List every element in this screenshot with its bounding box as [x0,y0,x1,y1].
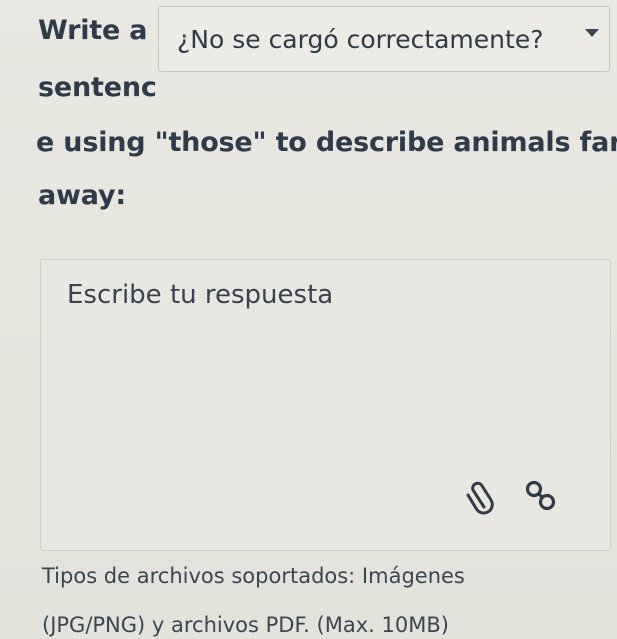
paperclip-icon[interactable] [461,478,497,518]
link-icon[interactable] [523,476,559,516]
question-line: Write a [38,15,148,46]
question-line: e using "those" to describe animals far [36,127,617,158]
dropdown-label: ¿No se cargó correctamente? [177,24,544,54]
answer-placeholder: Escribe tu respuesta [67,280,334,310]
file-info-line: (JPG/PNG) y archivos PDF. (Max. 10MB) [42,613,449,637]
caret-down-icon [585,29,599,37]
question-line: sentenc [38,72,157,103]
load-issue-dropdown[interactable]: ¿No se cargó correctamente? [158,6,610,72]
answer-textarea[interactable]: Escribe tu respuesta [40,259,611,551]
file-info-line: Tipos de archivos soportados: Imágenes [42,564,465,588]
question-line: away: [38,180,126,211]
